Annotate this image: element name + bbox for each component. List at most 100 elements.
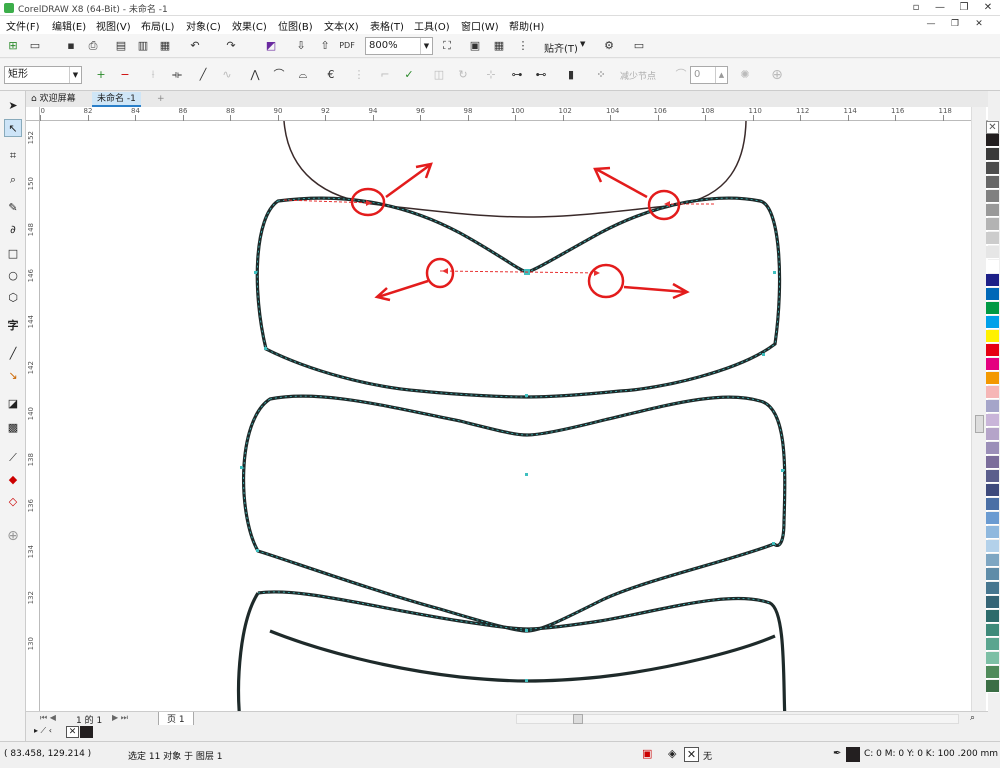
node[interactable] (773, 271, 776, 274)
node[interactable] (264, 347, 267, 350)
color-swatch[interactable] (986, 498, 999, 511)
color-swatch[interactable] (986, 344, 999, 357)
mirror-horizontal-icon[interactable]: ⊶ (508, 66, 526, 84)
vertical-scrollbar[interactable] (971, 107, 986, 711)
save-icon[interactable]: ▪ (62, 37, 80, 55)
parallel-dimension-icon[interactable]: ╱ (4, 345, 22, 363)
nodes[interactable] (240, 269, 784, 682)
stretch-nodes-icon[interactable]: ◫ (430, 66, 448, 84)
full-screen-icon[interactable]: ⛶ (438, 37, 456, 55)
join-nodes-icon[interactable]: ⟊ (144, 66, 162, 84)
color-swatch[interactable] (986, 526, 999, 539)
show-guides-icon[interactable]: ⋮ (514, 37, 532, 55)
to-curve-icon[interactable]: ∿ (218, 66, 236, 84)
show-rulers-icon[interactable]: ▣ (466, 37, 484, 55)
menu-view[interactable]: 视图(V) (96, 18, 131, 33)
shape-type-combo[interactable]: 矩形 ▼ (4, 66, 82, 84)
node[interactable] (772, 542, 775, 545)
curve-smoothness-input[interactable]: 0 ▲ (690, 66, 728, 84)
color-swatch[interactable] (986, 666, 999, 679)
freehand-tool-icon[interactable]: ✎ (4, 199, 22, 217)
text-tool-icon[interactable]: 字 (4, 317, 22, 335)
color-swatch[interactable] (986, 484, 999, 497)
snap-to-dropdown[interactable]: 贴齐(T) (544, 40, 578, 55)
extract-subpath-icon[interactable]: ⌐ (376, 66, 394, 84)
color-swatch[interactable] (986, 414, 999, 427)
add-icon[interactable]: ⊕ (768, 66, 786, 84)
doc-close-icon[interactable]: ✕ (972, 18, 986, 32)
vertical-ruler[interactable]: 152 150 148 146 144 142 140 138 136 134 132 130 (26, 121, 40, 711)
import-icon[interactable]: ◩ (262, 37, 280, 55)
import-arrow-icon[interactable]: ⇩ (292, 37, 310, 55)
color-swatch[interactable] (986, 680, 999, 693)
black-swatch[interactable] (80, 726, 93, 738)
color-swatch[interactable] (986, 512, 999, 525)
color-swatch[interactable] (986, 302, 999, 315)
color-swatch[interactable] (986, 372, 999, 385)
doc-palette-arrow-icon[interactable]: ▸ ⟋ ‹ (34, 726, 52, 736)
node[interactable] (762, 353, 765, 356)
color-swatch[interactable] (986, 624, 999, 637)
ellipse-tool-icon[interactable]: ○ (4, 267, 22, 285)
color-swatch[interactable] (986, 652, 999, 665)
page-tab[interactable]: 页 1 (158, 712, 194, 726)
node[interactable] (525, 473, 528, 476)
shape-tool-icon[interactable]: ↖ (4, 119, 22, 137)
drawing-svg[interactable] (40, 121, 988, 711)
page-nav-first-icon[interactable]: ⏮ ◀ (40, 713, 56, 723)
ruler-origin[interactable] (26, 107, 40, 121)
reverse-direction-icon[interactable]: € (322, 66, 340, 84)
color-swatch[interactable] (986, 232, 999, 245)
artistic-media-icon[interactable]: ∂ (4, 221, 22, 239)
no-color-swatch[interactable]: ✕ (986, 121, 999, 134)
export-icon[interactable]: ⇧ (316, 37, 334, 55)
pdf-icon[interactable]: PDF (338, 37, 356, 55)
zoom-icon[interactable]: ⌕ (970, 713, 975, 723)
doc-restore-icon[interactable]: ❐ (948, 18, 962, 32)
add-tab-icon[interactable]: + (152, 92, 170, 107)
menu-tools[interactable]: 工具(O) (414, 18, 450, 33)
menu-file[interactable]: 文件(F) (6, 18, 40, 33)
align-nodes-icon[interactable]: ⊹ (482, 66, 500, 84)
tab-welcome[interactable]: ⌂ 欢迎屏幕 (26, 92, 81, 107)
color-swatch[interactable] (986, 148, 999, 161)
color-swatch[interactable] (986, 610, 999, 623)
color-swatch[interactable] (986, 274, 999, 287)
zoom-level-combo[interactable]: 800% ▼ (365, 37, 433, 55)
color-swatch[interactable] (986, 638, 999, 651)
control-handle[interactable] (442, 268, 448, 274)
menu-text[interactable]: 文本(X) (324, 18, 359, 33)
smart-fill-icon[interactable]: ◇ (4, 493, 22, 511)
mirror-vertical-icon[interactable]: ⊷ (532, 66, 550, 84)
elastic-mode-icon[interactable]: ▮ (562, 66, 580, 84)
control-handle[interactable] (594, 270, 600, 276)
color-swatch[interactable] (986, 204, 999, 217)
color-swatch[interactable] (986, 554, 999, 567)
eyedropper-icon[interactable]: ⟋ (4, 449, 22, 467)
color-swatch[interactable] (986, 470, 999, 483)
segment-shape-3-left[interactable] (236, 592, 260, 711)
node[interactable] (525, 679, 528, 682)
fill-none-swatch[interactable]: ✕ (684, 747, 699, 762)
menu-object[interactable]: 对象(C) (186, 18, 221, 33)
color-swatch[interactable] (986, 442, 999, 455)
new-document-icon[interactable]: ⊞ (4, 37, 22, 55)
print-icon[interactable]: ⎙ (84, 37, 102, 55)
doc-minimize-icon[interactable]: — (924, 18, 938, 32)
color-swatch[interactable] (986, 568, 999, 581)
delete-node-icon[interactable]: − (116, 66, 134, 84)
color-swatch[interactable] (986, 456, 999, 469)
undo-icon[interactable]: ↶ (186, 37, 204, 55)
outline-color-swatch[interactable] (846, 747, 860, 762)
paste-icon[interactable]: ▦ (156, 37, 174, 55)
horizontal-ruler[interactable]: 80 82 84 86 88 90 92 94 96 98 100 102 104 106 108 110 11… (36, 107, 988, 121)
node[interactable] (256, 549, 259, 552)
color-swatch[interactable] (986, 400, 999, 413)
add-node-icon[interactable]: + (92, 66, 110, 84)
no-color-swatch[interactable]: ✕ (66, 726, 79, 738)
node[interactable] (525, 394, 528, 397)
color-swatch[interactable] (986, 386, 999, 399)
reduce-nodes-button[interactable]: 减少节点 (620, 69, 656, 82)
user-icon[interactable]: ▫ (904, 0, 928, 16)
interactive-fill-icon[interactable]: ◆ (4, 471, 22, 489)
